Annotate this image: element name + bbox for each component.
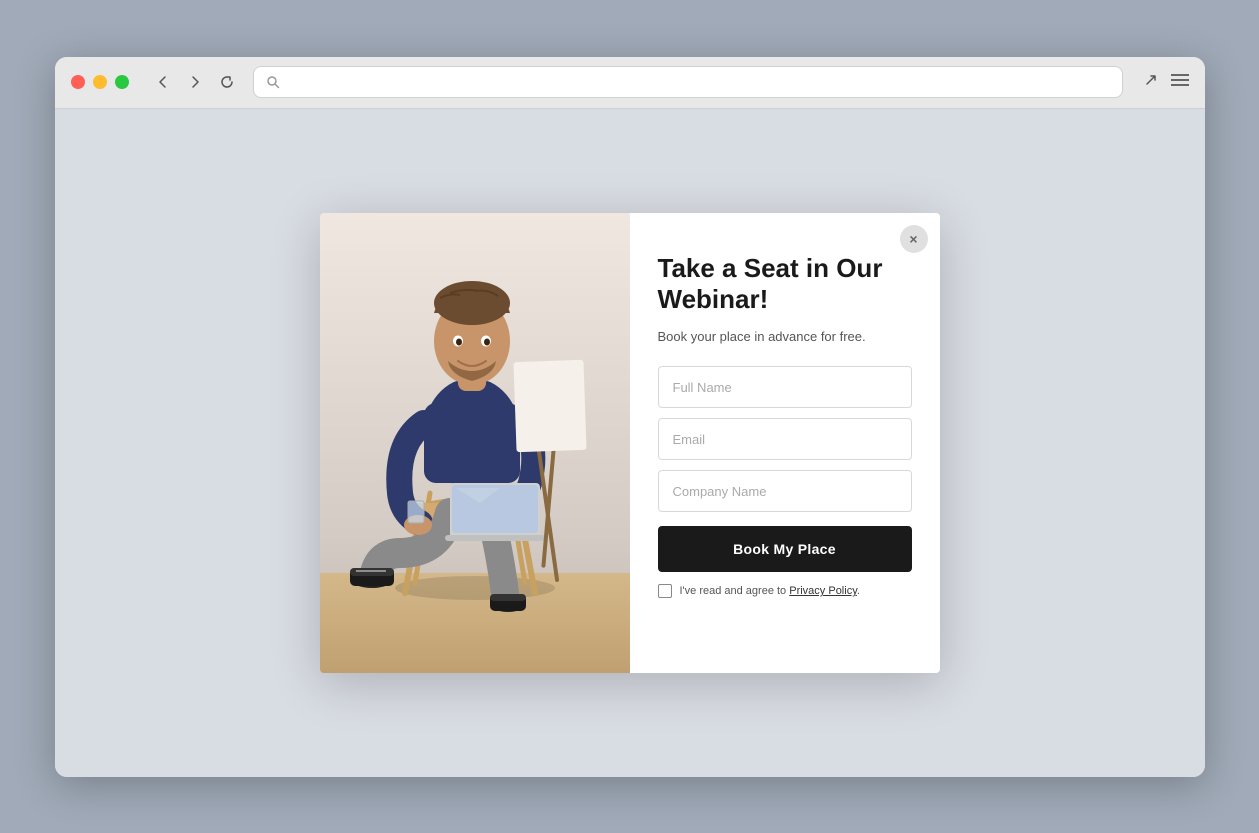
submit-button[interactable]: Book My Place [658, 526, 912, 572]
privacy-label: I've read and agree to Privacy Policy. [680, 585, 860, 597]
privacy-checkbox[interactable] [658, 584, 672, 598]
browser-titlebar [55, 57, 1205, 109]
full-name-input[interactable] [658, 366, 912, 408]
back-button[interactable] [149, 68, 177, 96]
modal-close-button[interactable]: × [900, 225, 928, 253]
privacy-row: I've read and agree to Privacy Policy. [658, 584, 912, 598]
modal-image-background [320, 213, 630, 673]
privacy-policy-link[interactable]: Privacy Policy [789, 585, 857, 597]
traffic-lights [71, 75, 129, 89]
address-bar-wrapper [253, 66, 1123, 98]
forward-button[interactable] [181, 68, 209, 96]
minimize-window-button[interactable] [93, 75, 107, 89]
menu-button[interactable] [1171, 73, 1189, 92]
browser-content: × Take a Seat in Our Webinar! Book your … [55, 109, 1205, 777]
external-link-button[interactable] [1143, 72, 1159, 93]
search-icon [266, 75, 280, 89]
email-group [658, 418, 912, 460]
close-window-button[interactable] [71, 75, 85, 89]
browser-actions [1143, 72, 1189, 93]
person-illustration [320, 213, 630, 673]
browser-window: × Take a Seat in Our Webinar! Book your … [55, 57, 1205, 777]
full-name-group [658, 366, 912, 408]
company-group [658, 470, 912, 512]
modal-title: Take a Seat in Our Webinar! [658, 253, 912, 315]
page-background: × Take a Seat in Our Webinar! Book your … [55, 109, 1205, 777]
refresh-button[interactable] [213, 68, 241, 96]
nav-buttons [149, 68, 241, 96]
company-name-input[interactable] [658, 470, 912, 512]
address-bar[interactable] [253, 66, 1123, 98]
webinar-modal: × Take a Seat in Our Webinar! Book your … [320, 213, 940, 673]
modal-image-panel [320, 213, 630, 673]
modal-form-area: × Take a Seat in Our Webinar! Book your … [630, 213, 940, 673]
maximize-window-button[interactable] [115, 75, 129, 89]
modal-subtitle: Book your place in advance for free. [658, 327, 912, 347]
email-input[interactable] [658, 418, 912, 460]
